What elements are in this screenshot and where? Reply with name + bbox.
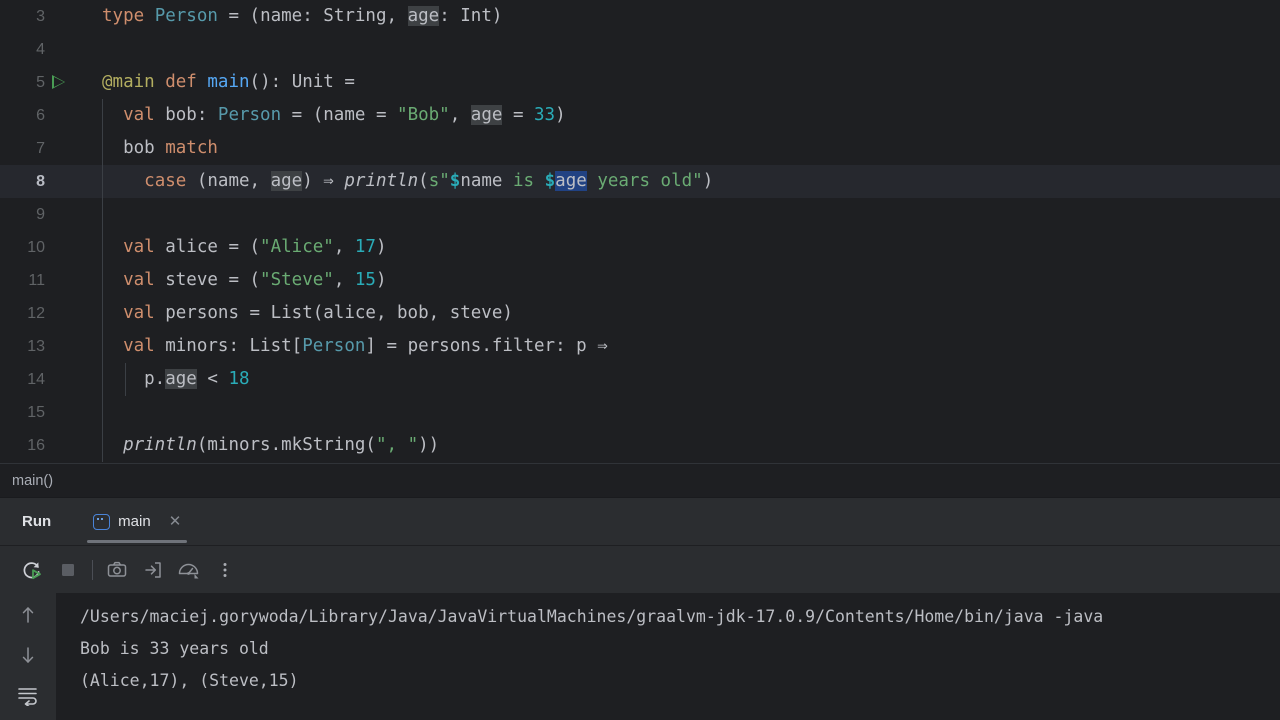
- breadcrumb[interactable]: main(): [0, 463, 1280, 498]
- console-area: /Users/maciej.gorywoda/Library/Java/Java…: [0, 593, 1280, 720]
- indent-guide: [102, 198, 103, 231]
- camera-icon: [107, 561, 127, 577]
- code-text: val bob: Person = (name = "Bob", age = 3…: [123, 105, 566, 125]
- line-number: 9: [36, 206, 45, 223]
- scroll-down-button[interactable]: [10, 635, 46, 675]
- gutter-run-marker[interactable]: [47, 66, 77, 99]
- code-editor[interactable]: 3 type Person = (name: String, age: Int)…: [0, 0, 1280, 463]
- code-text: p.age < 18: [102, 369, 250, 389]
- line-number: 8: [36, 173, 45, 190]
- vertical-dots-icon: [223, 562, 227, 577]
- console-side-toolbar: [0, 593, 56, 720]
- code-line[interactable]: 11 val steve = ("Steve", 15): [0, 264, 1280, 297]
- more-options-button[interactable]: [207, 552, 243, 588]
- console-line: /Users/maciej.gorywoda/Library/Java/Java…: [80, 607, 1104, 626]
- code-line[interactable]: 6 val bob: Person = (name = "Bob", age =…: [0, 99, 1280, 132]
- ide-window: 3 type Person = (name: String, age: Int)…: [0, 0, 1280, 720]
- screenshot-button[interactable]: [99, 552, 135, 588]
- line-number: 4: [36, 41, 45, 58]
- code-text: type Person = (name: String, age: Int): [102, 6, 503, 26]
- gauge-icon: [178, 563, 199, 578]
- code-line[interactable]: 15: [0, 396, 1280, 429]
- code-text: case (name, age) ⇒ println(s"$name is $a…: [144, 171, 714, 191]
- line-number: 7: [36, 140, 45, 157]
- rerun-icon: [23, 561, 41, 579]
- stop-icon: [62, 563, 74, 576]
- run-tool-window-header: Run main ✕: [0, 498, 1280, 546]
- arrow-up-icon: [22, 607, 34, 623]
- code-text: val minors: List[Person] = persons.filte…: [123, 336, 608, 356]
- code-text: println(minors.mkString(", ")): [123, 435, 440, 455]
- console-line: (Alice,17), (Steve,15): [80, 671, 299, 690]
- code-line[interactable]: 16 println(minors.mkString(", ")): [0, 429, 1280, 462]
- thread-dump-button[interactable]: [135, 552, 171, 588]
- lightbulb-icon[interactable]: [112, 138, 212, 190]
- run-tool-window: Run main ✕ /Users/maciej.gorywoda/Librar…: [0, 498, 1280, 720]
- profiler-button[interactable]: [171, 552, 207, 588]
- line-number: 13: [27, 338, 45, 355]
- code-line[interactable]: 5 @main def main(): Unit =: [0, 66, 1280, 99]
- run-configuration-icon: [93, 513, 111, 530]
- indent-guide: [102, 396, 103, 429]
- breadcrumb-item-main[interactable]: main(): [12, 473, 53, 489]
- code-text: val persons = List(alice, bob, steve): [123, 303, 513, 323]
- toolbar-separator: [92, 559, 93, 580]
- soft-wrap-button[interactable]: [10, 675, 46, 715]
- run-triangle-icon-inner: [53, 77, 64, 87]
- arrow-into-box-icon: [145, 561, 161, 578]
- console-line: Bob is 33 years old: [80, 639, 269, 658]
- code-line[interactable]: 13 val minors: List[Person] = persons.fi…: [0, 330, 1280, 363]
- line-number: 15: [27, 404, 45, 421]
- arrow-down-icon: [22, 647, 34, 663]
- stop-button[interactable]: [50, 552, 86, 588]
- line-number: 5: [36, 74, 45, 91]
- code-text: val steve = ("Steve", 15): [123, 270, 387, 290]
- console-toolbar: [0, 546, 1280, 593]
- code-line[interactable]: 7 bob match: [0, 132, 1280, 190]
- active-tab-indicator: [87, 539, 188, 543]
- code-line[interactable]: 9: [0, 198, 1280, 231]
- soft-wrap-icon: [18, 688, 37, 706]
- rerun-button[interactable]: [14, 552, 50, 588]
- line-number: 14: [27, 371, 45, 388]
- code-line-current[interactable]: 8 case (name, age) ⇒ println(s"$name is …: [0, 165, 1280, 198]
- code-text: val alice = ("Alice", 17): [123, 237, 387, 257]
- line-number: 3: [36, 8, 45, 25]
- run-tool-window-title: Run: [22, 513, 52, 530]
- line-number: 16: [27, 437, 45, 454]
- line-number: 11: [28, 272, 45, 289]
- line-number: 6: [36, 107, 45, 124]
- console-output[interactable]: /Users/maciej.gorywoda/Library/Java/Java…: [56, 593, 1280, 720]
- line-number: 12: [27, 305, 45, 322]
- code-line[interactable]: 12 val persons = List(alice, bob, steve): [0, 297, 1280, 330]
- code-line[interactable]: 3 type Person = (name: String, age: Int): [0, 0, 1280, 33]
- run-tab-main[interactable]: main ✕: [87, 498, 188, 546]
- code-line[interactable]: 10 val alice = ("Alice", 17): [0, 231, 1280, 264]
- run-tab-label: main: [118, 513, 151, 530]
- code-line[interactable]: 4: [0, 33, 1280, 66]
- line-number: 10: [27, 239, 45, 256]
- close-icon[interactable]: ✕: [169, 514, 182, 529]
- code-text: @main def main(): Unit =: [102, 72, 355, 92]
- scroll-up-button[interactable]: [10, 595, 46, 635]
- code-line[interactable]: 14 p.age < 18: [0, 363, 1280, 396]
